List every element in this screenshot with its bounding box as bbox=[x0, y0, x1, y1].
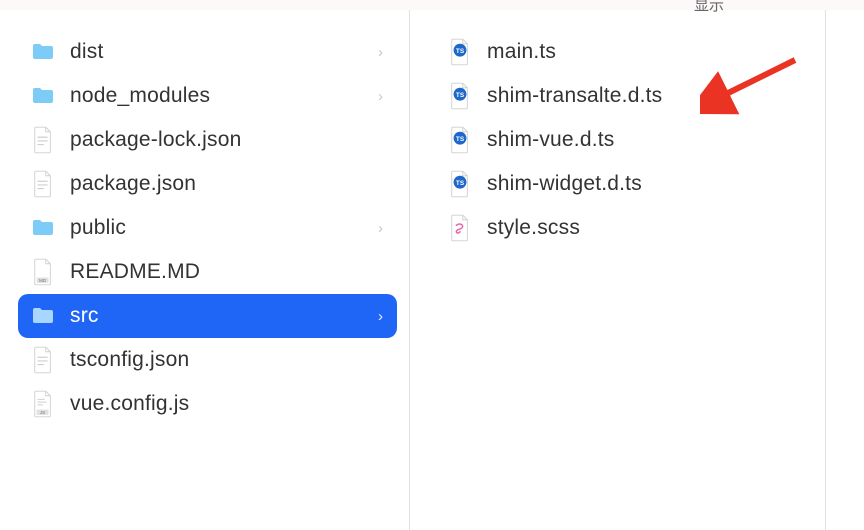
folder-icon bbox=[29, 40, 57, 64]
folder-icon bbox=[28, 213, 58, 243]
item-label: tsconfig.json bbox=[70, 348, 387, 372]
file-icon: TS bbox=[445, 81, 475, 111]
svg-text:TS: TS bbox=[456, 92, 465, 99]
item-label: main.ts bbox=[487, 40, 803, 64]
item-label: style.scss bbox=[487, 216, 803, 240]
svg-text:TS: TS bbox=[456, 136, 465, 143]
file-icon: JS bbox=[28, 389, 58, 419]
ts-file-icon: TS bbox=[449, 170, 471, 198]
svg-text:JS: JS bbox=[40, 410, 45, 415]
file-icon: TS bbox=[445, 169, 475, 199]
toolbar: 显示 bbox=[0, 0, 864, 10]
ts-file-icon: TS bbox=[449, 126, 471, 154]
item-label: vue.config.js bbox=[70, 392, 387, 416]
file-icon bbox=[32, 170, 54, 198]
file-item[interactable]: MD README.MD bbox=[18, 250, 397, 294]
item-label: dist bbox=[70, 40, 378, 64]
svg-text:TS: TS bbox=[456, 180, 465, 187]
folder-item[interactable]: src› bbox=[18, 294, 397, 338]
chevron-right-icon: › bbox=[378, 220, 383, 237]
item-label: package.json bbox=[70, 172, 387, 196]
folder-icon bbox=[28, 37, 58, 67]
file-item[interactable]: package-lock.json bbox=[18, 118, 397, 162]
item-label: node_modules bbox=[70, 84, 378, 108]
file-item[interactable]: tsconfig.json bbox=[18, 338, 397, 382]
js-file-icon: JS bbox=[32, 390, 54, 418]
chevron-right-icon: › bbox=[378, 44, 383, 61]
scss-file-icon bbox=[449, 214, 471, 242]
file-item[interactable]: TS main.ts bbox=[435, 30, 813, 74]
chevron-right-icon: › bbox=[378, 88, 383, 105]
folder-item[interactable]: dist› bbox=[18, 30, 397, 74]
file-icon bbox=[28, 169, 58, 199]
file-icon: TS bbox=[445, 125, 475, 155]
folder-item[interactable]: public› bbox=[18, 206, 397, 250]
folder-icon bbox=[29, 304, 57, 328]
svg-text:MD: MD bbox=[39, 278, 47, 283]
file-item[interactable]: JS vue.config.js bbox=[18, 382, 397, 426]
ts-file-icon: TS bbox=[449, 38, 471, 66]
file-item[interactable]: TS shim-transalte.d.ts bbox=[435, 74, 813, 118]
file-icon: MD bbox=[28, 257, 58, 287]
file-icon bbox=[32, 126, 54, 154]
markdown-file-icon: MD bbox=[32, 258, 54, 286]
folder-icon bbox=[29, 84, 57, 108]
file-icon bbox=[32, 346, 54, 374]
column-parent: dist› node_modules› package-lock.json pa… bbox=[0, 10, 410, 530]
file-item[interactable]: TS shim-vue.d.ts bbox=[435, 118, 813, 162]
folder-icon bbox=[28, 81, 58, 111]
file-item[interactable]: style.scss bbox=[435, 206, 813, 250]
ts-file-icon: TS bbox=[449, 82, 471, 110]
folder-icon bbox=[28, 301, 58, 331]
item-label: public bbox=[70, 216, 378, 240]
item-label: README.MD bbox=[70, 260, 387, 284]
item-label: shim-widget.d.ts bbox=[487, 172, 803, 196]
file-icon: TS bbox=[445, 37, 475, 67]
file-item[interactable]: TS shim-widget.d.ts bbox=[435, 162, 813, 206]
column-view: dist› node_modules› package-lock.json pa… bbox=[0, 10, 864, 530]
file-icon bbox=[28, 125, 58, 155]
svg-text:TS: TS bbox=[456, 48, 465, 55]
item-label: package-lock.json bbox=[70, 128, 387, 152]
file-item[interactable]: package.json bbox=[18, 162, 397, 206]
item-label: shim-vue.d.ts bbox=[487, 128, 803, 152]
column-src: TS main.ts TS shim-transalte.d.ts TS shi… bbox=[410, 10, 826, 530]
file-icon bbox=[28, 345, 58, 375]
item-label: shim-transalte.d.ts bbox=[487, 84, 803, 108]
chevron-right-icon: › bbox=[378, 308, 383, 325]
folder-item[interactable]: node_modules› bbox=[18, 74, 397, 118]
item-label: src bbox=[70, 304, 378, 328]
file-icon bbox=[445, 213, 475, 243]
folder-icon bbox=[29, 216, 57, 240]
